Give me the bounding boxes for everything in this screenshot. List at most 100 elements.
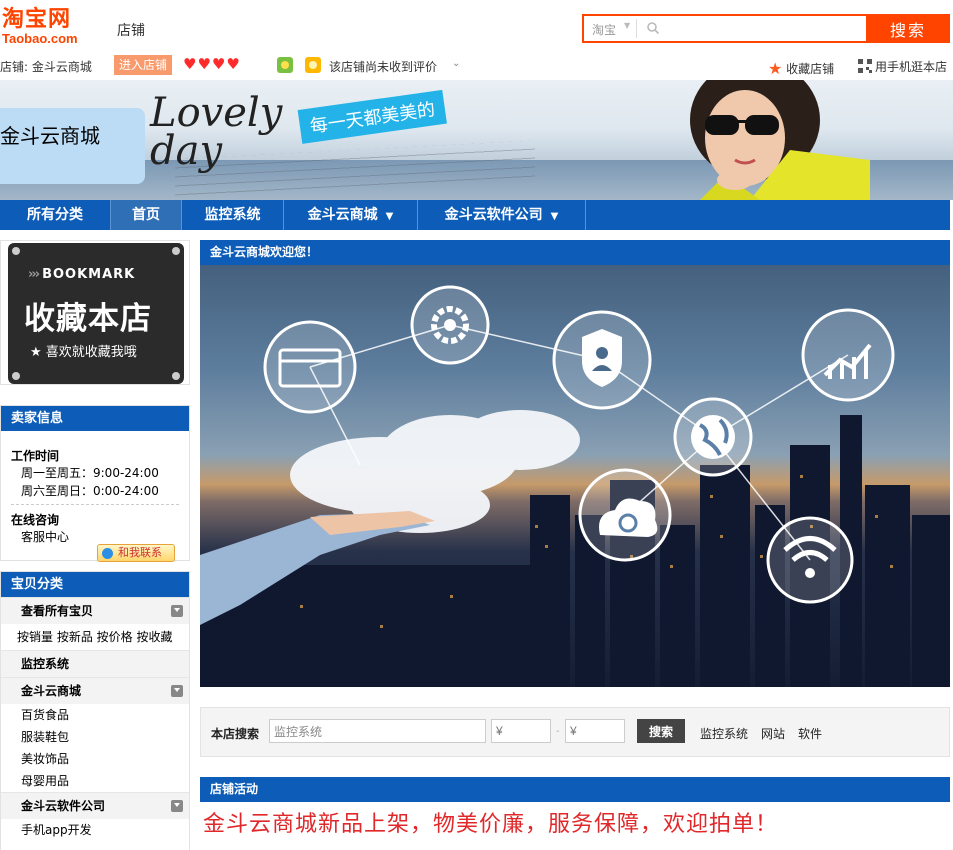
seller-info-title: 卖家信息 (1, 406, 189, 431)
arrows-icon: ››› (28, 267, 40, 282)
search-divider (636, 19, 637, 38)
shop-banner: 金斗云商城 Lovely day 每一天都美美的 (0, 80, 953, 200)
nav-all-categories[interactable]: 所有分类 (0, 200, 111, 230)
no-review-text: 该店铺尚未收到评价 (329, 60, 438, 74)
taobao-logo[interactable]: 淘宝网 Taobao.com (2, 8, 92, 48)
bookmark-dot (12, 372, 20, 380)
category-sub-item[interactable]: 母婴用品 (1, 770, 189, 792)
favorite-shop-link[interactable]: ★ 收藏店铺 (768, 58, 835, 78)
search-icon (647, 22, 660, 35)
shop-info-bar: 店铺: 金斗云商城 进入店铺 ♥♥♥♥ 该店铺尚未收到评价 ⌄ ★ 收藏店铺 用… (0, 54, 953, 78)
nav-jindouyun-software[interactable]: 金斗云软件公司 ▼ (418, 200, 586, 230)
search-scope-select[interactable]: 淘宝 (592, 21, 616, 38)
hero-banner-image[interactable] (200, 265, 950, 687)
chevron-down-icon[interactable]: ▼ (624, 21, 630, 30)
category-title: 宝贝分类 (1, 572, 189, 597)
caret-down-icon: ▼ (550, 211, 559, 222)
category-label: 金斗云商城 (21, 684, 82, 698)
divider (11, 504, 179, 505)
collapse-toggle-icon[interactable] (171, 685, 183, 697)
bookmark-widget[interactable]: ››› BOOKMARK 收藏本店 ★ 喜欢就收藏我哦 (0, 240, 190, 385)
online-consult-title: 在线咨询 (11, 513, 60, 527)
nav-label: 所有分类 (27, 207, 83, 223)
hot-keyword-link[interactable]: 监控系统 (700, 725, 748, 742)
chevron-down-icon[interactable]: ⌄ (452, 58, 460, 69)
shop-search-input[interactable] (269, 719, 486, 743)
category-sub-item[interactable]: 百货食品 (1, 704, 189, 726)
welcome-title: 金斗云商城欢迎您！ (200, 240, 950, 265)
seller-info-body: 工作时间 周一至周五：9:00-24:00 周六至周日：0:00-24:00 在… (1, 447, 189, 562)
mobile-shop-label: 用手机逛本店 (875, 60, 948, 74)
bookmark-dot (172, 247, 180, 255)
hot-keyword-link[interactable]: 软件 (798, 725, 822, 742)
price-to-input[interactable] (565, 719, 625, 743)
shop-search-button[interactable]: 搜索 (637, 719, 685, 743)
category-jindouyun-software[interactable]: 金斗云软件公司 (1, 792, 189, 819)
banner-model-image (690, 80, 870, 200)
seller-info-panel: 卖家信息 工作时间 周一至周五：9:00-24:00 周六至周日：0:00-24… (0, 405, 190, 562)
bookmark-subtitle: ★ 喜欢就收藏我哦 (30, 345, 137, 360)
nav-monitoring[interactable]: 监控系统 (182, 200, 284, 230)
caret-down-icon: ▼ (385, 211, 394, 222)
category-sub-item[interactable]: 手机app开发 (1, 819, 189, 841)
price-from-input[interactable] (491, 719, 551, 743)
shop-nav-bar: 所有分类 首页 监控系统 金斗云商城 ▼ 金斗云软件公司 ▼ (0, 200, 950, 230)
top-search-input[interactable] (664, 18, 864, 39)
shop-activity-text: 金斗云商城新品上架，物美价廉，服务保障，欢迎拍单！ (203, 812, 779, 837)
weekend-hours: 周六至周日：0:00-24:00 (21, 484, 159, 498)
banner-day-text: day (150, 128, 223, 174)
credit-hearts-icon: ♥♥♥♥ (183, 55, 241, 73)
hero-illustration (200, 285, 950, 687)
mobile-shop-link[interactable]: 用手机逛本店 (858, 58, 947, 75)
top-search-button[interactable]: 搜索 (866, 14, 950, 43)
category-all-items[interactable]: 查看所有宝贝 (1, 597, 189, 624)
category-sort-links[interactable]: 按销量 按新品 按价格 按收藏 (1, 624, 189, 650)
shop-search-label: 本店搜索 (211, 727, 260, 741)
category-jindouyun-mall[interactable]: 金斗云商城 (1, 677, 189, 704)
shop-activity-title: 店铺活动 (200, 777, 950, 802)
category-label: 金斗云软件公司 (21, 799, 106, 813)
nav-home[interactable]: 首页 (111, 200, 182, 230)
hot-keyword-link[interactable]: 网站 (761, 725, 785, 742)
banner-slogan: 每一天都美美的 (297, 89, 447, 144)
logo-en: Taobao.com (2, 31, 78, 46)
gold-seller-icon[interactable] (305, 57, 321, 73)
star-icon: ★ (768, 59, 783, 78)
work-time-title: 工作时间 (11, 449, 60, 463)
weekday-hours: 周一至周五：9:00-24:00 (21, 466, 159, 480)
banner-shop-title: 金斗云商城 (0, 124, 100, 148)
top-search-box: 淘宝 ▼ 搜索 (582, 14, 950, 43)
bookmark-en-title: ››› BOOKMARK (28, 267, 135, 282)
shop-name-label: 店铺: 金斗云商城 (0, 58, 92, 75)
collapse-toggle-icon[interactable] (171, 800, 183, 812)
nav-label: 金斗云软件公司 (444, 207, 543, 223)
price-dash: - (556, 726, 560, 737)
nav-label: 监控系统 (204, 207, 261, 223)
logo-cn: 淘宝网 (2, 7, 72, 32)
qr-code-icon (858, 59, 872, 73)
category-sub-item[interactable]: 服装鞋包 (1, 726, 189, 748)
consumer-protection-icon[interactable] (277, 57, 293, 73)
bookmark-en-text: BOOKMARK (42, 267, 136, 282)
nav-label: 首页 (132, 207, 160, 223)
category-sub-item[interactable]: 美妆饰品 (1, 748, 189, 770)
bookmark-dot (172, 372, 180, 380)
shop-search-panel: 本店搜索 - 搜索 监控系统 网站 软件 (200, 707, 950, 757)
nav-jindouyun-mall[interactable]: 金斗云商城 ▼ (284, 200, 418, 230)
category-panel: 宝贝分类 查看所有宝贝 按销量 按新品 按价格 按收藏 监控系统 金斗云商城 百… (0, 571, 190, 850)
shop-name-link[interactable]: 金斗云商城 (32, 60, 92, 74)
category-label: 监控系统 (21, 657, 70, 671)
header-shop-label: 店铺 (117, 23, 145, 39)
bookmark-card[interactable]: ››› BOOKMARK 收藏本店 ★ 喜欢就收藏我哦 (8, 243, 184, 384)
nav-label: 金斗云商城 (307, 207, 378, 223)
shop-name-prefix: 店铺: (0, 60, 29, 74)
enter-shop-button[interactable]: 进入店铺 (114, 55, 173, 75)
collapse-toggle-icon[interactable] (171, 605, 183, 617)
category-monitoring[interactable]: 监控系统 (1, 650, 189, 677)
bookmark-cn-title: 收藏本店 (24, 301, 152, 337)
category-label: 查看所有宝贝 (21, 604, 94, 618)
top-header: 淘宝网 Taobao.com 店铺 淘宝 ▼ 搜索 (0, 0, 953, 50)
contact-me-button[interactable]: 和我联系 (97, 544, 175, 562)
favorite-shop-label: 收藏店铺 (786, 62, 835, 76)
bookmark-dot (12, 247, 20, 255)
